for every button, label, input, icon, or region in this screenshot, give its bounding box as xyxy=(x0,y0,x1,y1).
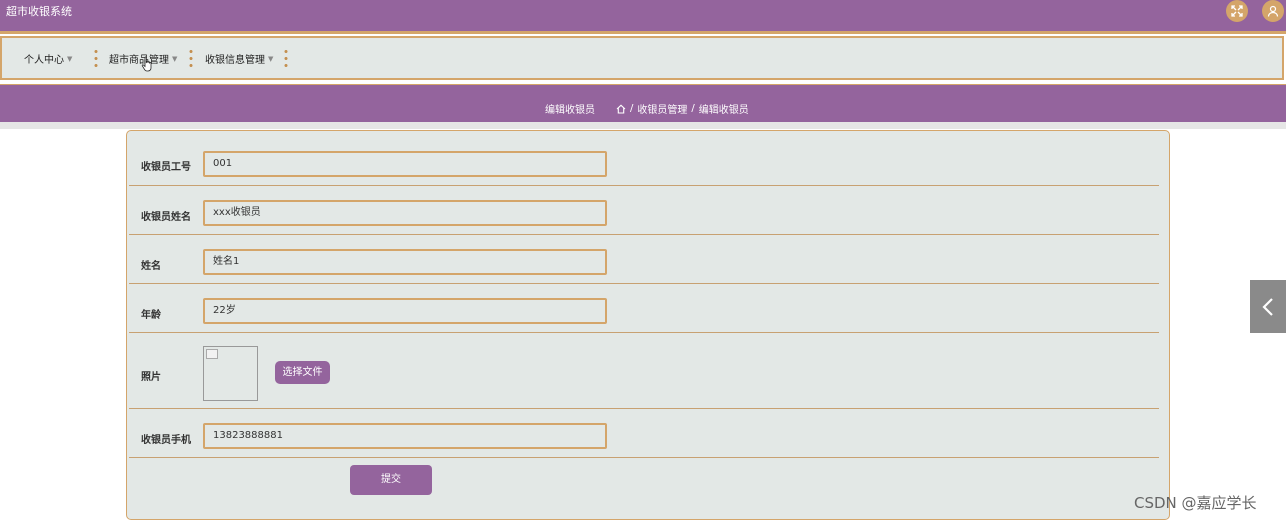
name-input[interactable]: 姓名1 xyxy=(203,249,607,275)
form-row-name: 姓名 姓名1 xyxy=(129,235,1159,284)
field-label: 姓名 xyxy=(141,261,161,272)
field-label: 照片 xyxy=(141,372,161,383)
watermark: CSDN @嘉应学长 xyxy=(1134,494,1257,512)
caret-down-icon: ▼ xyxy=(67,54,73,63)
page-title: 编辑收银员 xyxy=(545,105,595,116)
top-bar: 超市收银系统 xyxy=(0,0,1286,34)
choose-file-button[interactable]: 选择文件 xyxy=(275,361,330,384)
photo-preview xyxy=(203,346,258,401)
side-panel-toggle[interactable] xyxy=(1250,280,1286,333)
app-title: 超市收银系统 xyxy=(6,5,72,18)
nav-item-label: 收银信息管理 xyxy=(205,55,265,66)
form-row-cashier-phone: 收银员手机 13823888881 xyxy=(129,409,1159,458)
breadcrumb: / 收银员管理 / 编辑收银员 xyxy=(616,101,749,116)
cashier-phone-input[interactable]: 13823888881 xyxy=(203,423,607,449)
nav-item-checkout-management[interactable]: 收银信息管理 ▼ xyxy=(205,51,274,67)
field-label: 收银员工号 xyxy=(141,162,191,173)
broken-image-icon xyxy=(206,349,218,359)
top-bar-divider xyxy=(0,31,1286,34)
nav-item-label: 超市商品管理 xyxy=(109,55,169,66)
caret-down-icon: ▼ xyxy=(268,54,274,63)
home-icon[interactable] xyxy=(616,104,626,114)
nav-item-label: 个人中心 xyxy=(24,55,64,66)
nav-divider xyxy=(189,48,193,70)
nav-item-personal-center[interactable]: 个人中心 ▼ xyxy=(24,51,73,67)
breadcrumb-item-cashier-management[interactable]: 收银员管理 xyxy=(637,101,687,116)
user-avatar-button[interactable] xyxy=(1262,0,1284,22)
cashier-name-input[interactable]: xxx收银员 xyxy=(203,200,607,226)
form-row-cashier-id: 收银员工号 001 xyxy=(129,131,1159,186)
form-row-cashier-name: 收银员姓名 xxx收银员 xyxy=(129,186,1159,235)
submit-button[interactable]: 提交 xyxy=(350,465,432,495)
breadcrumb-separator: / xyxy=(630,103,634,114)
breadcrumb-bar: 编辑收银员 / 收银员管理 / 编辑收银员 xyxy=(0,84,1286,122)
field-label: 收银员手机 xyxy=(141,435,191,446)
form-row-age: 年龄 22岁 xyxy=(129,284,1159,333)
hand-cursor-icon xyxy=(141,56,152,72)
cashier-id-input[interactable]: 001 xyxy=(203,151,607,177)
expand-icon xyxy=(1231,5,1243,17)
nav-divider xyxy=(284,48,288,70)
fullscreen-button[interactable] xyxy=(1226,0,1248,22)
field-label: 年龄 xyxy=(141,310,161,321)
age-input[interactable]: 22岁 xyxy=(203,298,607,324)
breadcrumb-separator: / xyxy=(691,103,695,114)
field-label: 收银员姓名 xyxy=(141,212,191,223)
user-icon xyxy=(1267,5,1279,17)
form-row-photo: 照片 选择文件 xyxy=(129,333,1159,409)
main-nav: 个人中心 ▼ 超市商品管理 ▼ 收银信息管理 ▼ xyxy=(0,36,1284,80)
breadcrumb-item-edit-cashier: 编辑收银员 xyxy=(698,105,749,116)
separator-strip xyxy=(0,122,1286,129)
edit-cashier-form: 收银员工号 001 收银员姓名 xxx收银员 姓名 姓名1 年龄 22岁 照片 … xyxy=(126,130,1170,520)
nav-divider xyxy=(94,48,98,70)
chevron-left-icon xyxy=(1262,297,1273,316)
caret-down-icon: ▼ xyxy=(172,54,178,63)
